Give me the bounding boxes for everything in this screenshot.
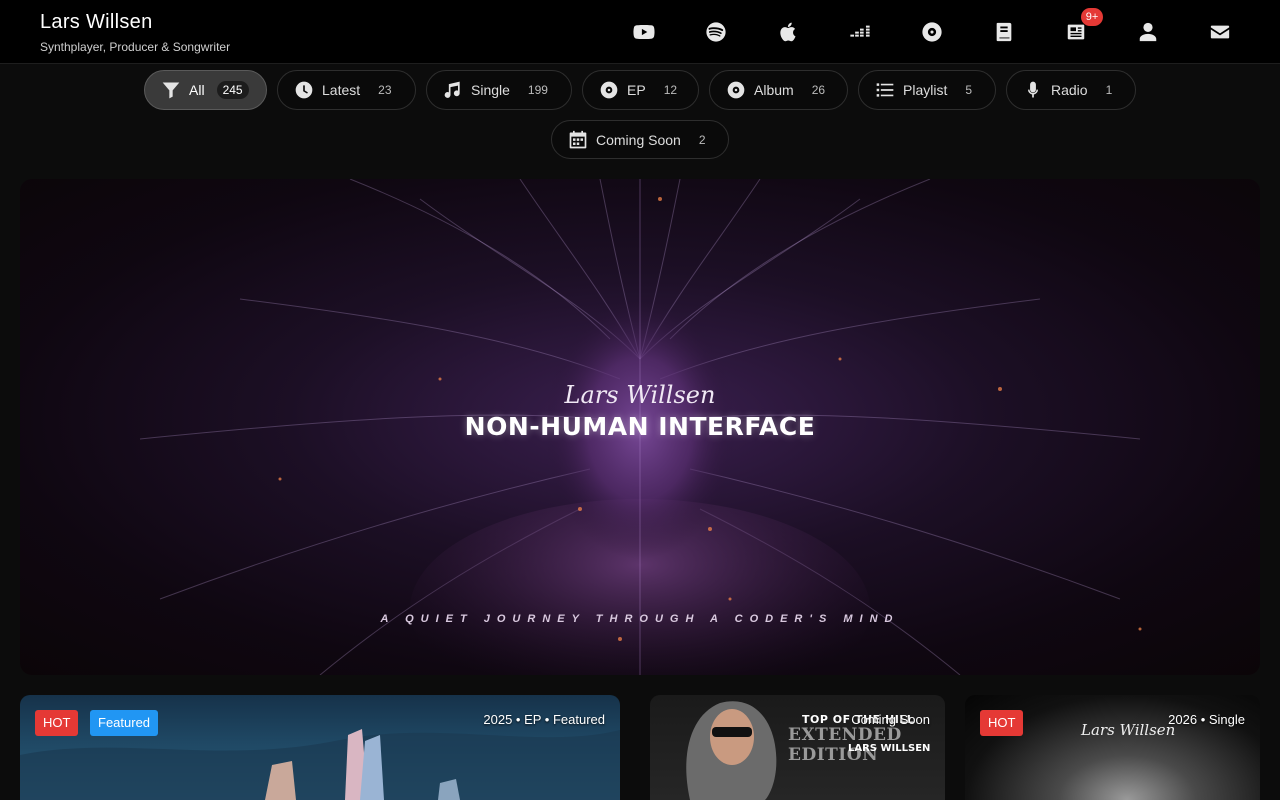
hero-banner[interactable]: Lars Willsen NON-HUMAN INTERFACE A QUIET… xyxy=(20,179,1260,675)
filter-label: All xyxy=(189,82,205,98)
filter-label: Latest xyxy=(322,82,361,98)
book-icon xyxy=(996,22,1012,42)
hero-title: NON-HUMAN INTERFACE xyxy=(464,412,816,441)
deezer-link[interactable] xyxy=(836,16,884,48)
disc-icon xyxy=(600,81,618,99)
spotify-icon xyxy=(706,22,726,42)
filter-count: 1 xyxy=(1105,83,1113,97)
discogs-link[interactable] xyxy=(908,16,956,48)
news-icon xyxy=(1067,24,1085,40)
hot-badge: HOT xyxy=(35,710,79,736)
calendar-icon xyxy=(569,130,587,148)
filter-label: Single xyxy=(471,82,510,98)
release-card[interactable]: HOT Featured 2025 • EP • Featured xyxy=(20,695,620,800)
filter-ep[interactable]: EP 12 xyxy=(582,70,699,110)
filter-icon xyxy=(162,82,180,99)
filter-coming-soon[interactable]: Coming Soon 2 xyxy=(551,120,729,159)
clock-icon xyxy=(295,81,313,99)
filter-label: Radio xyxy=(1051,82,1088,98)
hot-badge: HOT xyxy=(980,710,1024,736)
site-header: Lars Willsen Synthplayer, Producer & Son… xyxy=(0,0,1280,64)
filter-count: 12 xyxy=(663,83,678,97)
news-badge: 9+ xyxy=(1081,8,1103,26)
social-nav: 9+ xyxy=(620,8,1244,48)
card-meta: Coming Soon xyxy=(851,712,930,727)
disc-icon xyxy=(922,22,942,42)
cover-signature: Lars Willsen xyxy=(1081,721,1176,739)
featured-badge: Featured xyxy=(90,710,159,736)
spotify-link[interactable] xyxy=(692,16,740,48)
user-icon xyxy=(1139,22,1157,42)
disc-icon xyxy=(727,81,745,99)
card-meta: 2025 • EP • Featured xyxy=(483,712,605,727)
artist-subtitle: Synthplayer, Producer & Songwriter xyxy=(40,40,231,54)
filter-latest[interactable]: Latest 23 xyxy=(277,70,416,110)
release-card[interactable]: TOP OF THE HILL EXTENDED EDITION LARS WI… xyxy=(650,695,945,800)
apple-music-link[interactable] xyxy=(764,16,812,48)
filter-all[interactable]: All 245 xyxy=(144,70,267,110)
filter-count: 245 xyxy=(216,81,249,99)
filter-radio[interactable]: Radio 1 xyxy=(1006,70,1136,110)
release-card[interactable]: Lars Willsen HOT 2026 • Single xyxy=(965,695,1260,800)
youtube-link[interactable] xyxy=(620,16,668,48)
filter-playlist[interactable]: Playlist 5 xyxy=(858,70,996,110)
filter-count: 2 xyxy=(698,132,706,147)
filter-count: 26 xyxy=(811,83,826,97)
filter-label: Playlist xyxy=(903,82,948,98)
hero-tagline: A QUIET JOURNEY THROUGH A CODER'S MIND xyxy=(380,613,900,625)
card-meta: 2026 • Single xyxy=(1168,712,1245,727)
filter-label: EP xyxy=(627,82,646,98)
youtube-icon xyxy=(633,24,655,40)
microphone-icon xyxy=(1028,81,1038,98)
list-icon xyxy=(876,83,894,97)
filter-count: 199 xyxy=(527,83,548,97)
deezer-icon xyxy=(850,25,870,37)
filter-label: Coming Soon xyxy=(596,131,681,148)
artist-name[interactable]: Lars Willsen xyxy=(40,10,230,34)
brand[interactable]: Lars Willsen Synthplayer, Producer & Son… xyxy=(40,10,230,54)
book-link[interactable] xyxy=(980,16,1028,48)
contact-link[interactable] xyxy=(1196,16,1244,48)
filter-album[interactable]: Album 26 xyxy=(709,70,848,110)
music-note-icon xyxy=(444,81,460,98)
profile-link[interactable] xyxy=(1124,16,1172,48)
filter-single[interactable]: Single 199 xyxy=(426,70,572,110)
cover-artist: LARS WILLSEN xyxy=(848,743,931,754)
mail-icon xyxy=(1210,25,1230,39)
filter-count: 5 xyxy=(965,83,973,97)
news-link[interactable]: 9+ xyxy=(1052,8,1103,48)
hero-artist-signature: Lars Willsen xyxy=(564,381,716,409)
apple-icon xyxy=(780,22,796,42)
filter-label: Album xyxy=(754,82,794,98)
filter-count: 23 xyxy=(378,83,392,97)
